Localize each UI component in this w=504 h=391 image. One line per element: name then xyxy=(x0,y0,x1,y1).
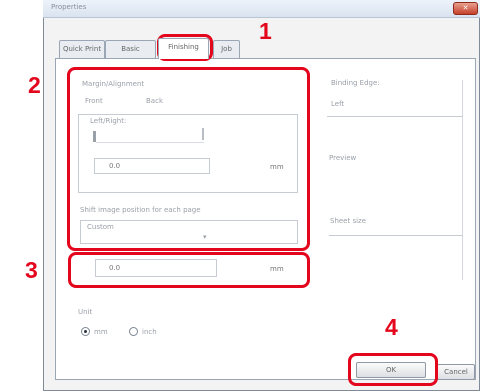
tab-quick-print[interactable]: Quick Print xyxy=(59,40,105,58)
callout-4: 4 xyxy=(385,314,398,340)
right-border xyxy=(462,80,463,280)
window-title: Properties xyxy=(51,3,87,11)
title-bar[interactable]: Properties xyxy=(43,0,480,18)
tab-basic[interactable]: Basic xyxy=(105,40,156,58)
close-button[interactable]: ✕ xyxy=(453,2,478,15)
right-separator-1 xyxy=(327,116,463,117)
callout-3: 3 xyxy=(25,257,38,283)
tab-finishing[interactable]: Finishing xyxy=(158,38,209,59)
unit-inch-label: inch xyxy=(142,328,157,336)
sheet-size-label: Sheet size xyxy=(330,217,367,225)
binding-edge-value: Left xyxy=(331,100,345,108)
unit-mm-label: mm xyxy=(94,328,108,336)
cancel-button[interactable]: Cancel xyxy=(437,364,475,380)
highlight-margin-group xyxy=(67,67,310,251)
callout-2: 2 xyxy=(28,72,41,98)
right-separator-2 xyxy=(329,235,463,236)
unit-label: Unit xyxy=(78,308,93,316)
tab-job[interactable]: Job xyxy=(213,40,240,58)
highlight-ok-button xyxy=(348,353,438,386)
binding-edge-label: Binding Edge: xyxy=(331,79,380,87)
unit-inch-radio[interactable] xyxy=(129,327,138,336)
unit-mm-radio[interactable] xyxy=(81,327,90,336)
highlight-shift-row xyxy=(68,252,310,288)
preview-label: Preview xyxy=(329,154,357,162)
callout-1: 1 xyxy=(259,18,272,44)
